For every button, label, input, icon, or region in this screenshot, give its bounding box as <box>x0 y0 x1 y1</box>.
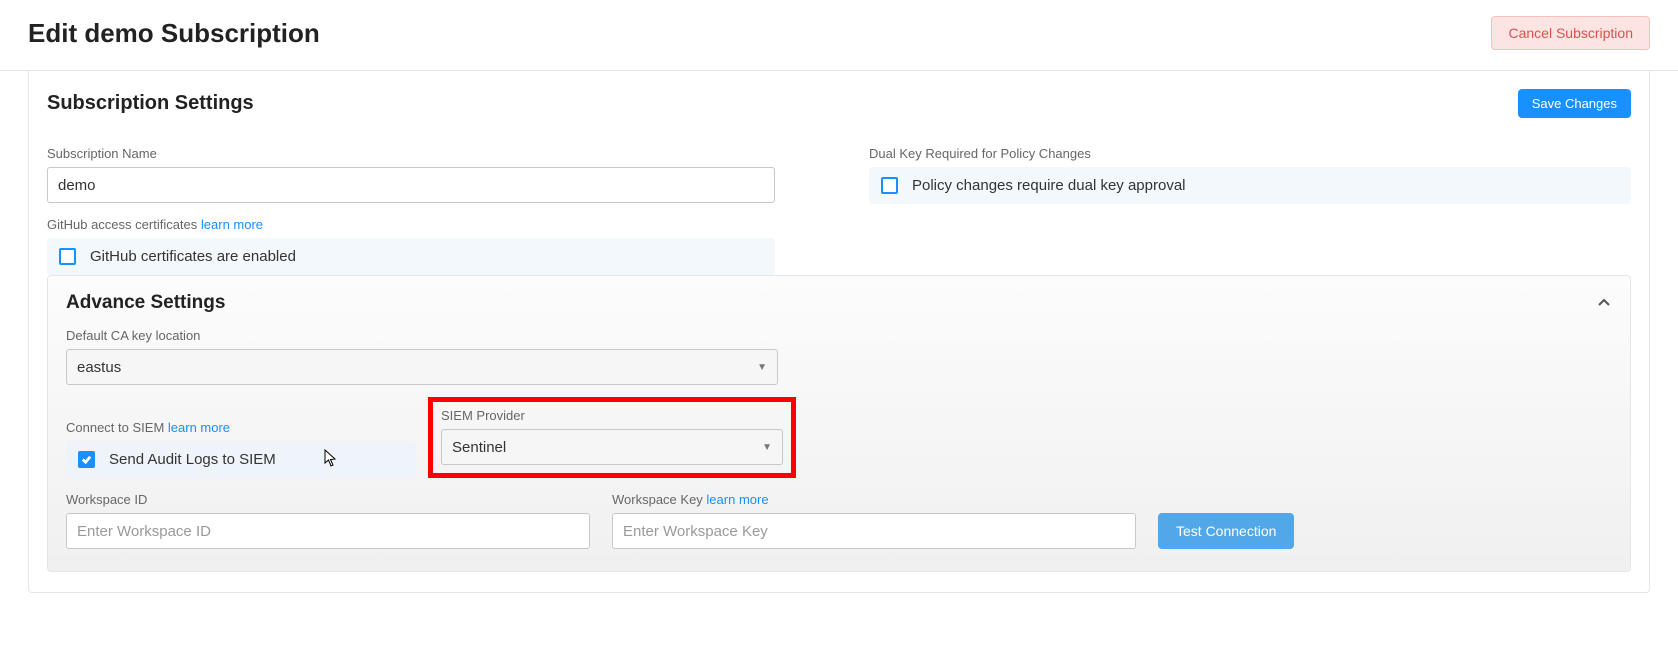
connect-siem-label-text: Connect to SIEM <box>66 420 168 435</box>
connect-siem-label: Connect to SIEM learn more <box>66 420 416 435</box>
github-certs-checkbox[interactable] <box>59 248 76 265</box>
siem-provider-highlight: SIEM Provider Sentinel ▼ <box>428 397 796 478</box>
subscription-settings-title: Subscription Settings <box>47 92 254 115</box>
page-header: Edit demo Subscription Cancel Subscripti… <box>0 0 1678 71</box>
siem-provider-label: SIEM Provider <box>441 408 783 423</box>
connect-siem-learn-more-link[interactable]: learn more <box>168 420 230 435</box>
send-audit-logs-checkbox[interactable] <box>78 451 95 468</box>
workspace-key-learn-more-link[interactable]: learn more <box>706 492 768 507</box>
workspace-key-input[interactable] <box>612 513 1136 549</box>
ca-key-location-label: Default CA key location <box>66 328 1612 343</box>
github-certs-check-label: GitHub certificates are enabled <box>90 248 296 265</box>
workspace-id-input[interactable] <box>66 513 590 549</box>
page-title: Edit demo Subscription <box>28 18 320 49</box>
dual-key-check-label: Policy changes require dual key approval <box>912 177 1186 194</box>
subscription-name-input[interactable] <box>47 167 775 203</box>
advance-settings-body: Default CA key location eastus ▼ Connect… <box>66 328 1612 549</box>
chevron-up-icon <box>1596 295 1612 311</box>
send-audit-logs-check-label: Send Audit Logs to SIEM <box>109 451 276 468</box>
test-connection-button[interactable]: Test Connection <box>1158 513 1294 549</box>
ca-key-location-select[interactable]: eastus ▼ <box>66 349 778 385</box>
siem-provider-value: Sentinel <box>452 439 506 456</box>
github-learn-more-link[interactable]: learn more <box>201 217 263 232</box>
github-certs-checkbox-row[interactable]: GitHub certificates are enabled <box>47 238 775 275</box>
subscription-settings-header: Subscription Settings Save Changes <box>29 71 1649 136</box>
workspace-id-label: Workspace ID <box>66 492 590 507</box>
github-certs-label-text: GitHub access certificates <box>47 217 201 232</box>
dual-key-checkbox[interactable] <box>881 177 898 194</box>
workspace-key-label-text: Workspace Key <box>612 492 706 507</box>
siem-provider-select[interactable]: Sentinel ▼ <box>441 429 783 465</box>
advance-settings-panel: Advance Settings Default CA key location… <box>47 275 1631 572</box>
github-certs-label: GitHub access certificates learn more <box>47 217 809 232</box>
dual-key-checkbox-row[interactable]: Policy changes require dual key approval <box>869 167 1631 204</box>
ca-key-location-value: eastus <box>77 359 121 376</box>
advance-settings-title: Advance Settings <box>66 292 225 314</box>
advance-settings-toggle[interactable]: Advance Settings <box>66 276 1612 328</box>
send-audit-logs-checkbox-row[interactable]: Send Audit Logs to SIEM <box>66 441 416 478</box>
dropdown-caret-icon: ▼ <box>757 362 767 373</box>
workspace-key-label: Workspace Key learn more <box>612 492 1136 507</box>
subscription-settings-card: Subscription Settings Save Changes Subsc… <box>28 71 1650 593</box>
save-changes-button[interactable]: Save Changes <box>1518 89 1631 118</box>
cancel-subscription-button[interactable]: Cancel Subscription <box>1491 16 1650 50</box>
dropdown-caret-icon: ▼ <box>762 442 772 453</box>
dual-key-label: Dual Key Required for Policy Changes <box>869 146 1631 161</box>
subscription-name-label: Subscription Name <box>47 146 809 161</box>
